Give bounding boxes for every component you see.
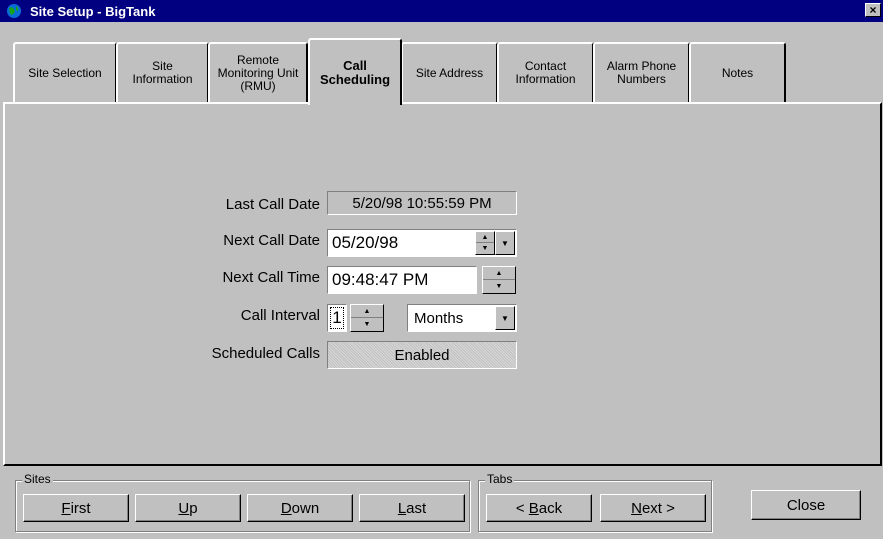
next-call-time-input[interactable]: 09:48:47 PM — [327, 266, 477, 294]
tabs-group: Tabs < Back Next > — [478, 472, 712, 532]
last-site-button-label: ast — [406, 499, 427, 517]
first-site-button-key: F — [61, 499, 71, 517]
scheduled-calls-label: Scheduled Calls — [211, 345, 320, 362]
spin-down-icon[interactable]: ▼ — [476, 243, 494, 254]
tab-contact-information[interactable]: Contact Information — [497, 42, 594, 102]
tab-alarm-phone-numbers[interactable]: Alarm Phone Numbers — [593, 42, 690, 102]
tab-label: Notes — [721, 65, 754, 80]
next-call-time-spinner[interactable]: ▲ ▼ — [482, 266, 516, 294]
chevron-down-icon: ▼ — [501, 313, 509, 323]
tab-call-scheduling[interactable]: Call Scheduling — [308, 38, 402, 105]
call-interval-input[interactable]: 1 — [327, 304, 347, 332]
tab-label: Call Scheduling — [319, 57, 391, 87]
up-site-button[interactable]: Up — [135, 494, 241, 522]
next-call-date-label: Next Call Date — [223, 232, 320, 249]
tab-site-information[interactable]: Site Information — [116, 42, 209, 102]
last-call-date-value: 5/20/98 10:55:59 PM — [327, 191, 517, 215]
tab-label: Contact Information — [515, 59, 576, 86]
back-tab-button-key: B — [528, 499, 539, 517]
call-interval-spinner[interactable]: ▲ ▼ — [350, 304, 384, 332]
sites-group: Sites First Up Down Last — [15, 472, 470, 532]
call-scheduling-panel: Last Call Date 5/20/98 10:55:59 PM Next … — [3, 102, 882, 466]
back-tab-button[interactable]: < Back — [486, 494, 592, 522]
call-interval-text: 1 — [330, 307, 344, 329]
scheduled-calls-status: Enabled — [394, 346, 450, 364]
back-tab-button-arrow: < — [515, 499, 529, 517]
call-interval-unit-text: Months — [414, 309, 464, 327]
back-tab-button-label: ack — [538, 499, 563, 517]
next-tab-button[interactable]: Next > — [600, 494, 706, 522]
down-site-button[interactable]: Down — [247, 494, 353, 522]
tab-label: Remote Monitoring Unit (RMU) — [217, 52, 299, 93]
tab-rmu[interactable]: Remote Monitoring Unit (RMU) — [208, 42, 308, 102]
up-site-button-label: p — [189, 499, 198, 517]
last-call-date-label: Last Call Date — [225, 196, 320, 213]
window-close-button[interactable]: × — [865, 3, 881, 17]
tab-notes[interactable]: Notes — [689, 42, 786, 102]
first-site-button[interactable]: First — [23, 494, 129, 522]
title-bar: Site Setup - BigTank × — [0, 0, 883, 22]
next-tab-button-label: ext > — [641, 499, 675, 517]
first-site-button-label: irst — [70, 499, 91, 517]
tab-site-selection[interactable]: Site Selection — [13, 42, 117, 102]
tab-label: Site Information — [132, 59, 193, 86]
spin-up-icon[interactable]: ▲ — [351, 305, 383, 318]
chevron-down-icon: ▼ — [501, 238, 509, 248]
spin-up-icon[interactable]: ▲ — [483, 267, 515, 280]
sites-group-title: Sites — [22, 472, 53, 486]
tab-label: Alarm Phone Numbers — [606, 59, 677, 86]
next-call-date-spinner[interactable]: ▲ ▼ — [475, 231, 495, 255]
next-call-time-label: Next Call Time — [222, 269, 320, 286]
tab-label: Site Address — [415, 65, 484, 80]
next-call-date-text: 05/20/98 — [332, 233, 399, 252]
down-site-button-key: D — [280, 499, 292, 517]
next-tab-button-key: N — [631, 499, 642, 517]
calendar-dropdown-button[interactable]: ▼ — [495, 231, 515, 255]
app-icon — [7, 4, 21, 18]
tabs-group-title: Tabs — [485, 472, 515, 486]
interval-unit-dropdown-button[interactable]: ▼ — [495, 306, 515, 330]
spin-down-icon[interactable]: ▼ — [351, 318, 383, 331]
last-site-button[interactable]: Last — [359, 494, 465, 522]
scheduled-calls-toggle[interactable]: Enabled — [327, 341, 517, 369]
up-site-button-key: U — [178, 499, 190, 517]
call-interval-label: Call Interval — [240, 307, 320, 324]
tab-label: Site Selection — [28, 65, 102, 80]
spin-up-icon[interactable]: ▲ — [476, 232, 494, 243]
next-call-time-text: 09:48:47 PM — [332, 270, 429, 289]
tab-site-address[interactable]: Site Address — [401, 42, 498, 102]
down-site-button-label: own — [291, 499, 320, 517]
last-site-button-key: L — [397, 499, 407, 517]
close-button[interactable]: Close — [751, 490, 861, 520]
window-title: Site Setup - BigTank — [30, 3, 156, 19]
spin-down-icon[interactable]: ▼ — [483, 280, 515, 293]
